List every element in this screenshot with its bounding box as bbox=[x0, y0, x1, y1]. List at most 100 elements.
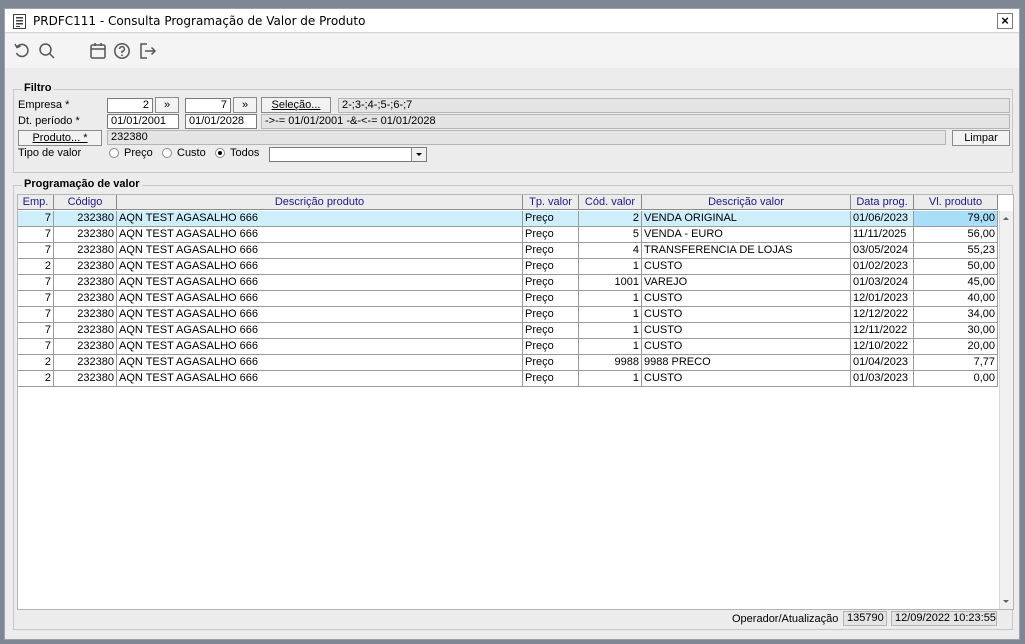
cell-data-prog[interactable]: 11/11/2025 bbox=[851, 227, 914, 243]
table-row[interactable]: 7 232380 AQN TEST AGASALHO 666 Preço 2 VENDA … bbox=[18, 211, 998, 227]
chevron-down-icon[interactable] bbox=[411, 148, 426, 161]
table-row[interactable]: 2 232380 AQN TEST AGASALHO 666 Preço 9988 998… bbox=[18, 355, 998, 371]
cell-vl-produto[interactable]: 56,00 bbox=[914, 227, 998, 243]
table-row[interactable]: 7 232380 AQN TEST AGASALHO 666 Preço 1 CUSTO 1… bbox=[18, 291, 998, 307]
cell-vl-produto[interactable]: 0,00 bbox=[914, 371, 998, 387]
cell-cod-valor[interactable]: 4 bbox=[579, 243, 642, 259]
cell-data-prog[interactable]: 03/05/2024 bbox=[851, 243, 914, 259]
cell-tp-valor[interactable]: Preço bbox=[523, 227, 579, 243]
cell-emp[interactable]: 7 bbox=[18, 291, 54, 307]
table-row[interactable]: 2 232380 AQN TEST AGASALHO 666 Preço 1 CUSTO 0… bbox=[18, 259, 998, 275]
help-icon[interactable] bbox=[113, 42, 131, 60]
cell-vl-produto[interactable]: 55,23 bbox=[914, 243, 998, 259]
cell-descricao-valor[interactable]: CUSTO bbox=[642, 339, 851, 355]
cell-descricao-produto[interactable]: AQN TEST AGASALHO 666 bbox=[117, 307, 523, 323]
empresa-to-input[interactable]: 7 bbox=[185, 98, 231, 113]
vertical-scrollbar[interactable] bbox=[999, 211, 1013, 609]
periodo-to-input[interactable]: 01/01/2028 bbox=[185, 114, 257, 129]
cell-vl-produto[interactable]: 50,00 bbox=[914, 259, 998, 275]
table-row[interactable]: 7 232380 AQN TEST AGASALHO 666 Preço 1 CUSTO 1… bbox=[18, 307, 998, 323]
cell-tp-valor[interactable]: Preço bbox=[523, 371, 579, 387]
cell-descricao-produto[interactable]: AQN TEST AGASALHO 666 bbox=[117, 211, 523, 227]
cell-descricao-produto[interactable]: AQN TEST AGASALHO 666 bbox=[117, 339, 523, 355]
cell-data-prog[interactable]: 12/01/2023 bbox=[851, 291, 914, 307]
cell-data-prog[interactable]: 01/03/2023 bbox=[851, 371, 914, 387]
table-row[interactable]: 7 232380 AQN TEST AGASALHO 666 Preço 1 CUSTO 1… bbox=[18, 339, 998, 355]
cell-emp[interactable]: 2 bbox=[18, 355, 54, 371]
cell-descricao-produto[interactable]: AQN TEST AGASALHO 666 bbox=[117, 371, 523, 387]
cell-codigo[interactable]: 232380 bbox=[54, 323, 117, 339]
cell-descricao-valor[interactable]: VENDA - EURO bbox=[642, 227, 851, 243]
cell-cod-valor[interactable]: 1 bbox=[579, 259, 642, 275]
cell-codigo[interactable]: 232380 bbox=[54, 243, 117, 259]
cell-tp-valor[interactable]: Preço bbox=[523, 323, 579, 339]
cell-emp[interactable]: 7 bbox=[18, 243, 54, 259]
cell-data-prog[interactable]: 01/04/2023 bbox=[851, 355, 914, 371]
radio-todos[interactable] bbox=[215, 148, 225, 158]
cell-tp-valor[interactable]: Preço bbox=[523, 275, 579, 291]
cell-cod-valor[interactable]: 2 bbox=[579, 211, 642, 227]
cell-emp[interactable]: 2 bbox=[18, 371, 54, 387]
cell-tp-valor[interactable]: Preço bbox=[523, 339, 579, 355]
empresa-to-more-button[interactable]: » bbox=[233, 97, 257, 113]
cell-emp[interactable]: 2 bbox=[18, 259, 54, 275]
cell-descricao-valor[interactable]: 9988 PRECO bbox=[642, 355, 851, 371]
cell-cod-valor[interactable]: 5 bbox=[579, 227, 642, 243]
cell-cod-valor[interactable]: 1001 bbox=[579, 275, 642, 291]
column-header-descricao-produto[interactable]: Descrição produto bbox=[117, 195, 523, 210]
refresh-icon[interactable] bbox=[13, 42, 31, 60]
column-header-vl-produto[interactable]: Vl. produto bbox=[914, 195, 998, 210]
cell-descricao-produto[interactable]: AQN TEST AGASALHO 666 bbox=[117, 291, 523, 307]
table-row[interactable]: 2 232380 AQN TEST AGASALHO 666 Preço 1 CUSTO 0… bbox=[18, 371, 998, 387]
radio-custo[interactable] bbox=[162, 148, 172, 158]
calendar-icon[interactable] bbox=[89, 42, 107, 60]
cell-cod-valor[interactable]: 9988 bbox=[579, 355, 642, 371]
exit-icon[interactable] bbox=[139, 42, 157, 60]
cell-cod-valor[interactable]: 1 bbox=[579, 291, 642, 307]
cell-emp[interactable]: 7 bbox=[18, 227, 54, 243]
table-row[interactable]: 7 232380 AQN TEST AGASALHO 666 Preço 1001 VAR… bbox=[18, 275, 998, 291]
table-row[interactable]: 7 232380 AQN TEST AGASALHO 666 Preço 4 TRANSF… bbox=[18, 243, 998, 259]
limpar-button[interactable]: Limpar bbox=[952, 130, 1010, 146]
empresa-from-more-button[interactable]: » bbox=[155, 97, 179, 113]
cell-codigo[interactable]: 232380 bbox=[54, 275, 117, 291]
cell-codigo[interactable]: 232380 bbox=[54, 371, 117, 387]
cell-tp-valor[interactable]: Preço bbox=[523, 243, 579, 259]
cell-descricao-valor[interactable]: VAREJO bbox=[642, 275, 851, 291]
cell-descricao-produto[interactable]: AQN TEST AGASALHO 666 bbox=[117, 355, 523, 371]
cell-descricao-produto[interactable]: AQN TEST AGASALHO 666 bbox=[117, 275, 523, 291]
cell-emp[interactable]: 7 bbox=[18, 323, 54, 339]
cell-vl-produto[interactable]: 40,00 bbox=[914, 291, 998, 307]
cell-descricao-valor[interactable]: CUSTO bbox=[642, 323, 851, 339]
cell-descricao-valor[interactable]: CUSTO bbox=[642, 307, 851, 323]
produto-button[interactable]: Produto... * bbox=[18, 130, 102, 146]
radio-preco[interactable] bbox=[109, 148, 119, 158]
cell-emp[interactable]: 7 bbox=[18, 275, 54, 291]
table-row[interactable]: 7 232380 AQN TEST AGASALHO 666 Preço 1 CUSTO 1… bbox=[18, 323, 998, 339]
cell-data-prog[interactable]: 12/10/2022 bbox=[851, 339, 914, 355]
cell-descricao-valor[interactable]: TRANSFERENCIA DE LOJAS bbox=[642, 243, 851, 259]
scroll-up-icon[interactable] bbox=[1003, 217, 1009, 220]
cell-tp-valor[interactable]: Preço bbox=[523, 307, 579, 323]
cell-vl-produto[interactable]: 20,00 bbox=[914, 339, 998, 355]
cell-vl-produto[interactable]: 45,00 bbox=[914, 275, 998, 291]
cell-descricao-valor[interactable]: CUSTO bbox=[642, 259, 851, 275]
cell-codigo[interactable]: 232380 bbox=[54, 291, 117, 307]
column-header-descricao-valor[interactable]: Descrição valor bbox=[642, 195, 851, 210]
cell-cod-valor[interactable]: 1 bbox=[579, 323, 642, 339]
cell-codigo[interactable]: 232380 bbox=[54, 259, 117, 275]
cell-vl-produto[interactable]: 30,00 bbox=[914, 323, 998, 339]
cell-codigo[interactable]: 232380 bbox=[54, 211, 117, 227]
cell-cod-valor[interactable]: 1 bbox=[579, 307, 642, 323]
scroll-down-icon[interactable] bbox=[1003, 600, 1009, 603]
cell-tp-valor[interactable]: Preço bbox=[523, 259, 579, 275]
cell-emp[interactable]: 7 bbox=[18, 339, 54, 355]
cell-codigo[interactable]: 232380 bbox=[54, 227, 117, 243]
cell-vl-produto[interactable]: 79,00 bbox=[914, 211, 998, 227]
cell-tp-valor[interactable]: Preço bbox=[523, 211, 579, 227]
cell-descricao-produto[interactable]: AQN TEST AGASALHO 666 bbox=[117, 259, 523, 275]
cell-tp-valor[interactable]: Preço bbox=[523, 355, 579, 371]
cell-vl-produto[interactable]: 34,00 bbox=[914, 307, 998, 323]
cell-codigo[interactable]: 232380 bbox=[54, 307, 117, 323]
cell-cod-valor[interactable]: 1 bbox=[579, 371, 642, 387]
